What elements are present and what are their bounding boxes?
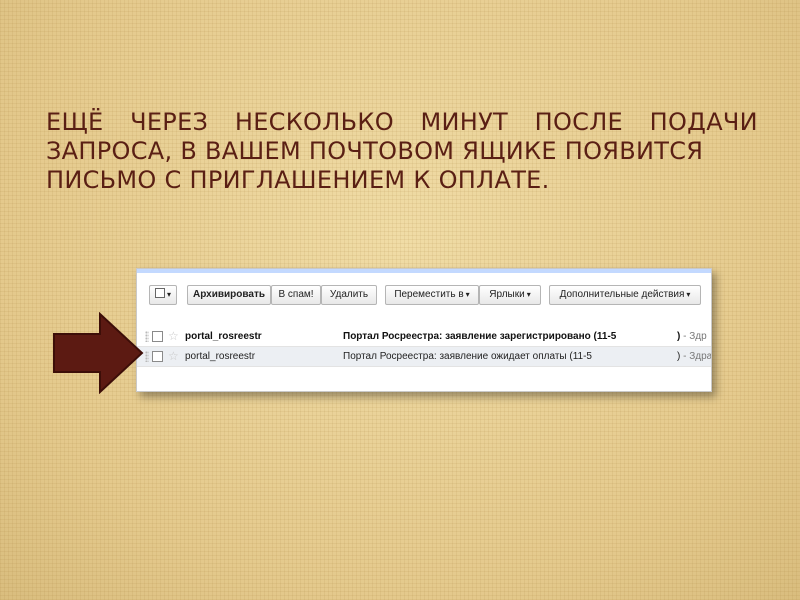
labels-label: Ярлыки — [489, 289, 525, 300]
star-icon[interactable]: ☆ — [168, 327, 179, 346]
chevron-down-icon: ▾ — [465, 290, 470, 299]
email-sender: portal_rosreestr — [185, 351, 256, 362]
email-subject: Портал Росреестра: заявление зарегистрир… — [343, 331, 617, 342]
spam-button[interactable]: В спам! — [271, 285, 321, 305]
select-all-dropdown[interactable]: ▾ — [149, 285, 177, 305]
select-checkbox-icon — [154, 288, 165, 298]
slide-heading: ЕЩЁ ЧЕРЕЗ НЕСКОЛЬКО МИНУТ ПОСЛЕ ПОДАЧИ З… — [46, 108, 758, 195]
mailbox-top-strip — [137, 269, 711, 273]
email-row[interactable]: ☆ portal_rosreestr Портал Росреестра: за… — [137, 347, 711, 367]
move-to-button[interactable]: Переместить в ▾ — [385, 285, 479, 305]
chevron-down-icon: ▾ — [166, 290, 171, 299]
email-suffix: ) - Здр — [677, 327, 707, 346]
email-row[interactable]: ☆ portal_rosreestr Портал Росреестра: за… — [137, 327, 711, 347]
delete-button[interactable]: Удалить — [321, 285, 377, 305]
heading-word: ЕЩЁ — [46, 108, 104, 136]
heading-word: ЧЕРЕЗ — [130, 108, 209, 136]
move-to-label: Переместить в — [394, 289, 464, 300]
row-checkbox[interactable] — [152, 351, 163, 362]
drag-handle-icon[interactable] — [145, 331, 149, 342]
email-suffix: ) - Здравствуй — [677, 347, 712, 366]
email-snippet: - Здр — [680, 331, 707, 342]
chevron-down-icon: ▾ — [526, 290, 531, 299]
email-sender: portal_rosreestr — [185, 331, 262, 342]
heading-line-2: ЗАПРОСА, В ВАШЕМ ПОЧТОВОМ ЯЩИКЕ ПОЯВИТСЯ — [46, 137, 704, 165]
mail-toolbar: ▾ Архивировать В спам! Удалить Перемести… — [137, 279, 711, 309]
labels-button[interactable]: Ярлыки ▾ — [479, 285, 541, 305]
right-arrow-icon — [53, 312, 144, 394]
archive-button[interactable]: Архивировать — [187, 285, 271, 305]
heading-word: НЕСКОЛЬКО — [234, 108, 394, 136]
drag-handle-icon[interactable] — [145, 351, 149, 362]
heading-line-1: ЕЩЁ ЧЕРЕЗ НЕСКОЛЬКО МИНУТ ПОСЛЕ ПОДАЧИ — [46, 108, 758, 137]
more-actions-label: Дополнительные действия — [559, 289, 685, 300]
chevron-down-icon: ▾ — [686, 290, 691, 299]
heading-word: МИНУТ — [420, 108, 508, 136]
row-checkbox[interactable] — [152, 331, 163, 342]
more-actions-button[interactable]: Дополнительные действия ▾ — [549, 285, 701, 305]
email-subject: Портал Росреестра: заявление ожидает опл… — [343, 351, 592, 362]
heading-line-3: ПИСЬМО С ПРИГЛАШЕНИЕМ К ОПЛАТЕ. — [46, 166, 550, 194]
star-icon[interactable]: ☆ — [168, 347, 179, 366]
email-list: ☆ portal_rosreestr Портал Росреестра: за… — [137, 327, 711, 367]
email-snippet: - Здравствуй — [683, 351, 712, 362]
heading-word: ПОСЛЕ — [534, 108, 624, 136]
heading-word: ПОДАЧИ — [649, 108, 758, 136]
mailbox-screenshot: ▾ Архивировать В спам! Удалить Перемести… — [136, 268, 712, 392]
